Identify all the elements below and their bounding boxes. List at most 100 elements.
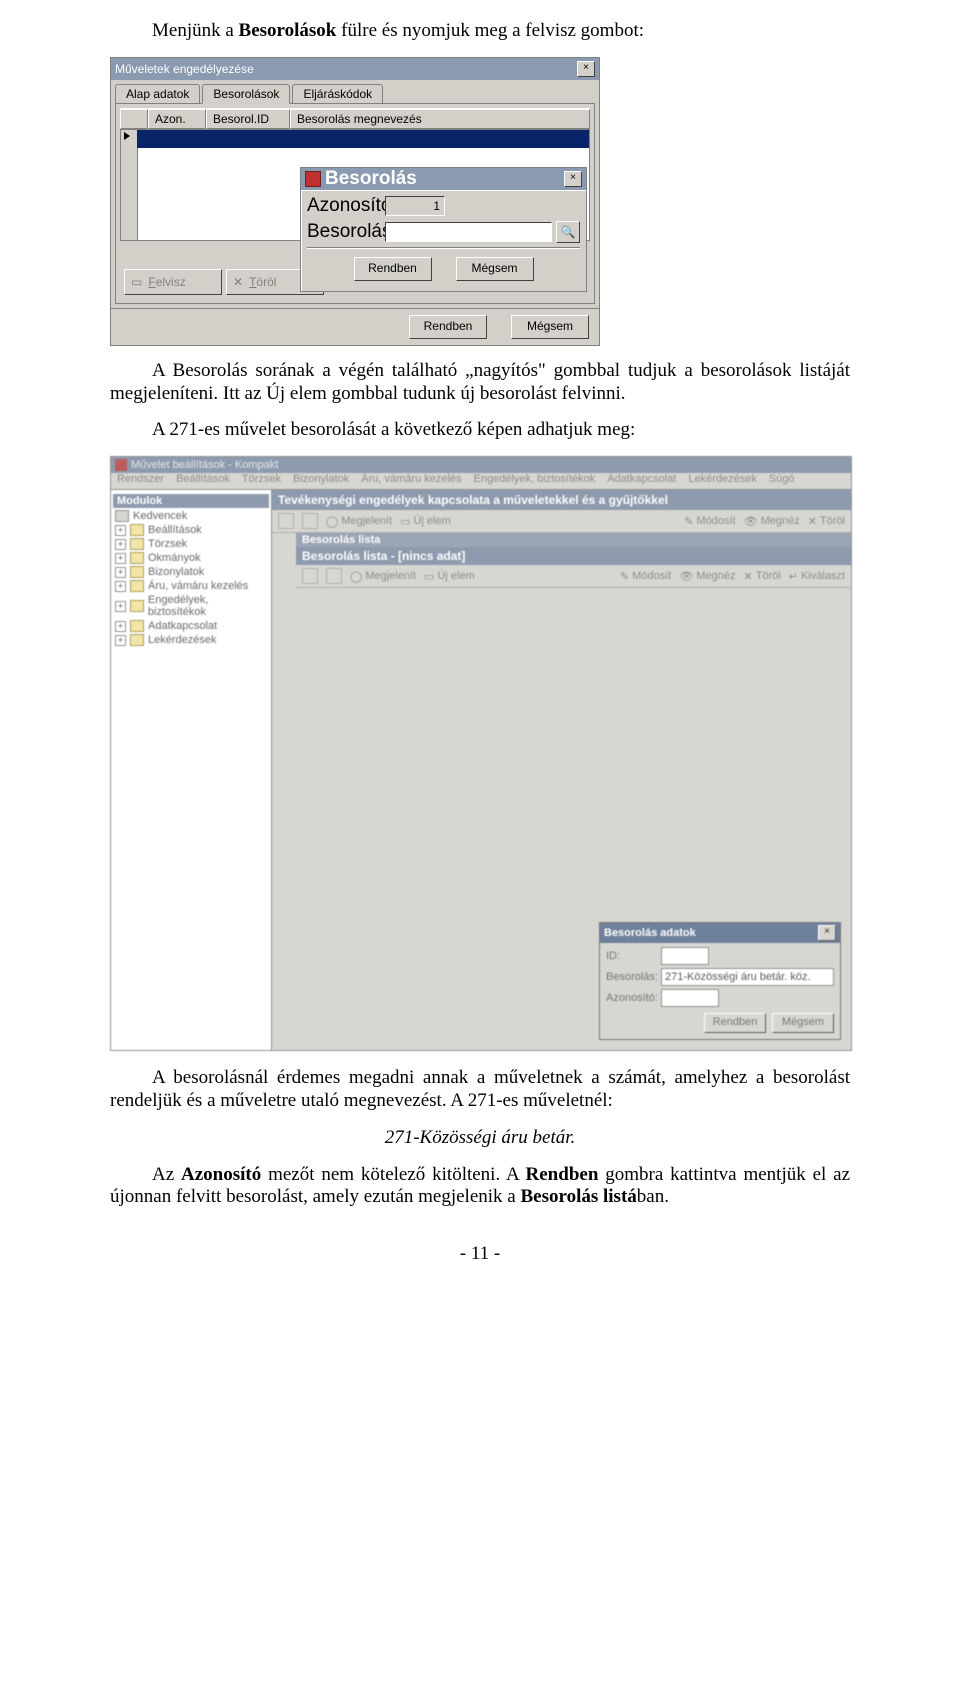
dialog-title: Besorolás — [325, 168, 417, 190]
folder-icon — [130, 524, 144, 536]
selected-row — [137, 130, 589, 148]
para-4: A besorolásnál érdemes megadni annak a m… — [110, 1067, 850, 1113]
menubar: Rendszer Beállítások Törzsek Bizonylatok… — [111, 473, 851, 490]
menu-item[interactable]: Engedélyek, biztosítékok — [474, 473, 596, 489]
folder-icon — [130, 580, 144, 592]
app-icon — [115, 459, 127, 471]
input-besorolas[interactable]: 271-Közösségi áru betár. köz. — [661, 968, 834, 986]
col-besorol-id[interactable]: Besorol.ID — [206, 109, 290, 129]
para-4-italic: 271-Közösségi áru betár. — [110, 1127, 850, 1150]
input-azonosito[interactable] — [661, 989, 719, 1007]
rendben-button[interactable]: Rendben — [354, 257, 432, 281]
menu-item[interactable]: Bizonylatok — [293, 473, 349, 489]
tb-megnez[interactable]: 👁 Megnéz — [679, 570, 735, 583]
dialog-besorolas: Besorolás × Azonosító: 1 Besorolás: 🔍 Re… — [300, 167, 587, 292]
dialog-besorolas-adatok: Besorolás adatok × ID: Besorolás:271-Köz… — [599, 922, 841, 1040]
toolbar-icon[interactable] — [278, 513, 294, 529]
grid-header: Azon. Besorol.ID Besorolás megnevezés — [120, 108, 590, 129]
tab-besorolasok[interactable]: Besorolások — [202, 84, 290, 104]
megsem-button[interactable]: Mégsem — [456, 257, 534, 281]
menu-item[interactable]: Rendszer — [117, 473, 164, 489]
expand-icon[interactable]: + — [115, 601, 126, 612]
tree-header: Modulok — [113, 494, 269, 508]
close-icon[interactable]: × — [564, 171, 582, 187]
tree-item[interactable]: +Adatkapcsolat — [115, 620, 269, 632]
megsem-button[interactable]: Mégsem — [772, 1013, 834, 1033]
tb-torol[interactable]: ✕ Töröl — [808, 515, 845, 528]
rendben-button[interactable]: Rendben — [409, 315, 487, 339]
expand-icon[interactable]: + — [115, 635, 126, 646]
tree-item[interactable]: +Engedélyek, biztosítékok — [115, 594, 269, 618]
para-2: A Besorolás sorának a végén található „n… — [110, 360, 850, 406]
titlebar: Műveletek engedélyezése × — [111, 58, 599, 80]
para-1: Menjünk a Besorolások fülre és nyomjuk m… — [110, 20, 850, 43]
toolbar-1: ◯ Megjelenít ▭ Új elem ✎ Módosít 👁 Megné… — [272, 510, 851, 533]
tree-item[interactable]: +Lekérdezések — [115, 634, 269, 646]
tb-uj-elem[interactable]: ▭ Új elem — [424, 570, 475, 583]
expand-icon[interactable]: + — [115, 553, 126, 564]
folder-icon — [130, 566, 144, 578]
tree-item[interactable]: +Bizonylatok — [115, 566, 269, 578]
expand-icon[interactable]: + — [115, 539, 126, 550]
menu-item[interactable]: Adatkapcsolat — [607, 473, 676, 489]
menu-item[interactable]: Törzsek — [242, 473, 281, 489]
tab-eljaraskodok[interactable]: Eljáráskódok — [292, 84, 383, 103]
close-icon[interactable]: × — [818, 925, 836, 941]
row-indicator-column — [121, 130, 138, 240]
panel-title-1: Tevékenységi engedélyek kapcsolata a műv… — [272, 490, 851, 510]
dialog-titlebar: Besorolás adatok × — [600, 923, 840, 943]
expand-icon[interactable]: + — [115, 581, 126, 592]
new-icon: ▭ — [131, 275, 142, 289]
tb-megnez[interactable]: 👁 Megnéz — [744, 515, 800, 528]
folder-icon — [130, 620, 144, 632]
toolbar-icon[interactable] — [326, 568, 342, 584]
felvisz-button[interactable]: ▭ Felvisz — [124, 269, 222, 295]
lookup-button[interactable]: 🔍 — [556, 221, 580, 243]
expand-icon[interactable]: + — [115, 621, 126, 632]
row-pointer-icon — [124, 132, 130, 140]
para-3: A 271-es művelet besorolását a következő… — [110, 419, 850, 442]
close-icon[interactable]: × — [577, 61, 595, 77]
folder-icon — [130, 552, 144, 564]
grid-rowselector-header — [120, 109, 148, 129]
app-screenshot-2: Művelet beállítások - Kompakt Rendszer B… — [110, 456, 852, 1051]
dialog-titlebar: Besorolás × — [301, 168, 586, 190]
tb-megjelenit[interactable]: ◯ Megjelenít — [350, 570, 416, 583]
input-id[interactable] — [661, 947, 709, 965]
app-icon — [305, 171, 321, 187]
tree-item[interactable]: +Törzsek — [115, 538, 269, 550]
toolbar-icon[interactable] — [302, 513, 318, 529]
rendben-button[interactable]: Rendben — [704, 1013, 766, 1033]
tb-modosit[interactable]: ✎ Módosít — [684, 515, 735, 528]
tree-item[interactable]: +Beállítások — [115, 524, 269, 536]
felvisz-label: elvisz — [156, 275, 186, 289]
tree-item[interactable]: +Okmányok — [115, 552, 269, 564]
megsem-button[interactable]: Mégsem — [511, 315, 589, 339]
menu-item[interactable]: Súgó — [769, 473, 795, 489]
tb-kivalaszt[interactable]: ↵ Kiválaszt — [789, 570, 845, 583]
label-besorolas: Besorolás: — [606, 971, 658, 983]
col-azon[interactable]: Azon. — [148, 109, 206, 129]
menu-item[interactable]: Beállítások — [176, 473, 230, 489]
search-icon: 🔍 — [561, 225, 576, 239]
tb-modosit[interactable]: ✎ Módosít — [620, 570, 671, 583]
input-besorolas[interactable] — [385, 222, 552, 242]
sub-panel-besorolas-lista: Besorolás lista Besorolás lista - [nincs… — [296, 533, 851, 588]
tb-uj-elem[interactable]: ▭ Új elem — [400, 515, 451, 528]
tree-item-kedvencek[interactable]: Kedvencek — [115, 510, 269, 522]
para-5: Az Azonosító mezőt nem kötelező kitölten… — [110, 1164, 850, 1210]
toolbar-icon[interactable] — [302, 568, 318, 584]
input-azonosito[interactable]: 1 — [385, 196, 445, 216]
tree-item[interactable]: +Áru, vámáru kezelés — [115, 580, 269, 592]
tab-alap-adatok[interactable]: Alap adatok — [115, 84, 200, 103]
col-besorolas-megnevezes[interactable]: Besorolás megnevezés — [290, 109, 590, 129]
menu-item[interactable]: Áru, vámáru kezelés — [361, 473, 461, 489]
tb-torol[interactable]: ✕ Töröl — [743, 570, 780, 583]
menu-item[interactable]: Lekérdezések — [688, 473, 757, 489]
expand-icon[interactable]: + — [115, 525, 126, 536]
tb-megjelenit[interactable]: ◯ Megjelenít — [326, 515, 392, 528]
label-id: ID: — [606, 950, 658, 962]
folder-icon — [130, 600, 144, 612]
label-azonosito: Azonosító: — [307, 195, 385, 217]
expand-icon[interactable]: + — [115, 567, 126, 578]
